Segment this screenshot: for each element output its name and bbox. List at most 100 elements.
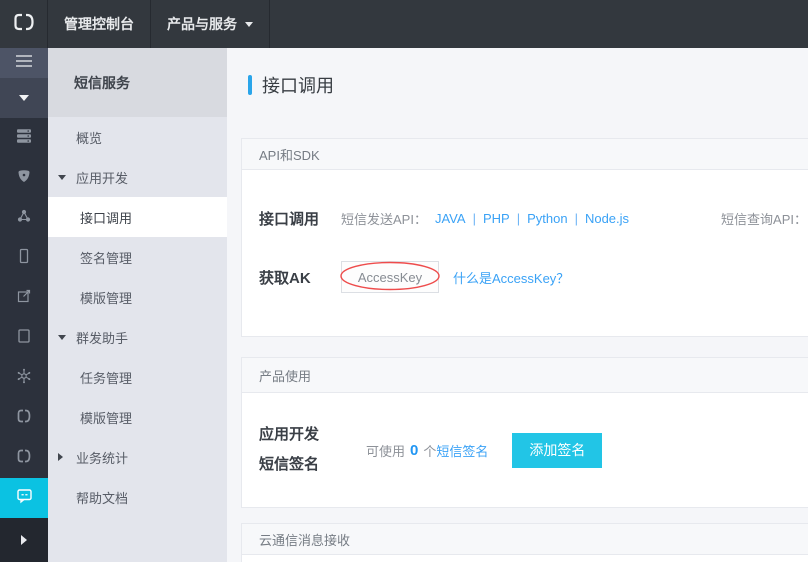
card-header-label: API和SDK bbox=[259, 145, 320, 164]
menu-label: 业务统计 bbox=[76, 448, 128, 467]
export-icon bbox=[16, 288, 32, 309]
menu-label: 模版管理 bbox=[80, 288, 132, 307]
sidebar-menu: 概览 应用开发 接口调用 签名管理 模版管理 群发助手 任务管理 模版管理 业务… bbox=[48, 117, 227, 517]
sidebar-item-template-mgmt[interactable]: 模版管理 bbox=[48, 277, 227, 317]
rail-item-instances[interactable] bbox=[0, 118, 48, 158]
link-nodejs[interactable]: Node.js bbox=[585, 211, 629, 226]
api-links-row: 接口调用 短信发送API： JAVA | PHP | Python | Node… bbox=[259, 208, 795, 229]
access-key-button-label: AccessKey bbox=[358, 270, 422, 285]
card-usage-body: 应用开发 短信签名 可使用 0 个 短信签名 添加签名 bbox=[241, 393, 808, 508]
icon-rail bbox=[0, 48, 48, 562]
brackets-icon bbox=[16, 408, 32, 429]
usage-unit: 个 bbox=[423, 441, 436, 460]
page-header: 接口调用 bbox=[227, 48, 808, 95]
rail-item-network[interactable] bbox=[0, 198, 48, 238]
send-api-label: 短信发送API： bbox=[341, 209, 427, 228]
separator: | bbox=[517, 211, 520, 226]
signature-count: 0 bbox=[410, 442, 418, 459]
rail-item-device[interactable] bbox=[0, 318, 48, 358]
collapse-button[interactable] bbox=[0, 78, 48, 118]
menu-label: 签名管理 bbox=[80, 248, 132, 267]
menu-label: 应用开发 bbox=[76, 168, 128, 187]
separator: | bbox=[575, 211, 578, 226]
star-network-icon bbox=[16, 368, 32, 389]
share-nodes-icon bbox=[16, 208, 32, 229]
sidebar-group-business-stats[interactable]: 业务统计 bbox=[48, 437, 227, 477]
menu-label: 概览 bbox=[76, 128, 102, 147]
caret-down-icon bbox=[58, 335, 66, 340]
sidebar: 短信服务 概览 应用开发 接口调用 签名管理 模版管理 群发助手 任务管理 模版… bbox=[48, 48, 227, 562]
menu-label: 任务管理 bbox=[80, 368, 132, 387]
sidebar-item-template-mgmt-2[interactable]: 模版管理 bbox=[48, 397, 227, 437]
query-api-label: 短信查询API： bbox=[721, 209, 807, 228]
topbar-item-console[interactable]: 管理控制台 bbox=[48, 0, 151, 48]
rail-item-mobile[interactable] bbox=[0, 238, 48, 278]
phone-icon bbox=[16, 248, 32, 269]
card-receive-header: 云通信消息接收 bbox=[241, 523, 808, 555]
topbar: 管理控制台 产品与服务 bbox=[0, 0, 808, 48]
menu-label: 模版管理 bbox=[80, 408, 132, 427]
add-signature-button-label: 添加签名 bbox=[529, 440, 585, 460]
sidebar-title: 短信服务 bbox=[48, 48, 227, 117]
link-python[interactable]: Python bbox=[527, 211, 567, 226]
card-api-header: API和SDK bbox=[241, 138, 808, 170]
console-label: 管理控制台 bbox=[64, 14, 134, 34]
brackets-icon bbox=[16, 448, 32, 469]
rail-item-security[interactable] bbox=[0, 158, 48, 198]
sidebar-group-app-dev[interactable]: 应用开发 bbox=[48, 157, 227, 197]
add-signature-button[interactable]: 添加签名 bbox=[512, 433, 602, 468]
card-api-body: 接口调用 短信发送API： JAVA | PHP | Python | Node… bbox=[241, 170, 808, 337]
rail-item-messages-active[interactable] bbox=[0, 478, 48, 518]
menu-label: 群发助手 bbox=[76, 328, 128, 347]
main-content: 接口调用 API和SDK 接口调用 短信发送API： JAVA | PHP | … bbox=[227, 48, 808, 562]
card-header-label: 产品使用 bbox=[259, 366, 311, 385]
shield-icon bbox=[16, 168, 32, 189]
card-receive-body bbox=[241, 555, 808, 562]
sms-signature-link[interactable]: 短信签名 bbox=[436, 441, 488, 460]
sidebar-item-help-docs[interactable]: 帮助文档 bbox=[48, 477, 227, 517]
sidebar-item-task-mgmt[interactable]: 任务管理 bbox=[48, 357, 227, 397]
caret-right-icon bbox=[58, 453, 63, 461]
card-message-receive: 云通信消息接收 bbox=[241, 523, 808, 562]
hamburger-icon bbox=[15, 54, 33, 73]
rail-item-iot[interactable] bbox=[0, 358, 48, 398]
sidebar-group-mass-send[interactable]: 群发助手 bbox=[48, 317, 227, 357]
card-header-label: 云通信消息接收 bbox=[259, 530, 350, 549]
access-key-button[interactable]: AccessKey bbox=[341, 261, 439, 293]
sidebar-item-overview[interactable]: 概览 bbox=[48, 117, 227, 157]
caret-down-icon bbox=[245, 22, 253, 27]
hamburger-menu-button[interactable] bbox=[0, 48, 48, 78]
rail-expand-button[interactable] bbox=[0, 518, 48, 562]
card-api-sdk: API和SDK 接口调用 短信发送API： JAVA | PHP | Pytho… bbox=[241, 138, 808, 337]
link-java[interactable]: JAVA bbox=[435, 211, 466, 226]
what-is-accesskey-link[interactable]: 什么是AccessKey？ bbox=[453, 268, 569, 287]
card-product-usage: 产品使用 应用开发 短信签名 可使用 0 个 短信签名 添加签名 bbox=[241, 357, 808, 508]
usage-summary: 可使用 0 个 短信签名 bbox=[366, 441, 488, 460]
usage-row-label: 应用开发 短信签名 bbox=[259, 420, 341, 480]
sidebar-item-api-call[interactable]: 接口调用 bbox=[48, 197, 227, 237]
topbar-item-products[interactable]: 产品与服务 bbox=[151, 0, 270, 48]
rail-item-code-2[interactable] bbox=[0, 438, 48, 478]
products-label: 产品与服务 bbox=[167, 14, 237, 34]
caret-down-icon bbox=[58, 175, 66, 180]
chat-bubble-icon bbox=[16, 487, 33, 509]
title-accent-bar bbox=[248, 75, 252, 95]
usage-prefix: 可使用 bbox=[366, 441, 405, 460]
card-usage-header: 产品使用 bbox=[241, 357, 808, 393]
link-php[interactable]: PHP bbox=[483, 211, 510, 226]
brand-logo[interactable] bbox=[0, 0, 48, 48]
rail-item-export[interactable] bbox=[0, 278, 48, 318]
usage-label-line1: 应用开发 bbox=[259, 420, 341, 450]
access-key-row: 获取AK AccessKey 什么是AccessKey？ bbox=[259, 261, 795, 293]
triangle-right-icon bbox=[21, 535, 27, 545]
triangle-down-icon bbox=[19, 95, 29, 101]
api-row-label: 接口调用 bbox=[259, 208, 341, 229]
usage-label-line2: 短信签名 bbox=[259, 450, 341, 480]
menu-label: 接口调用 bbox=[80, 208, 132, 227]
rail-item-code-1[interactable] bbox=[0, 398, 48, 438]
server-stack-icon bbox=[16, 128, 32, 149]
alibaba-cloud-logo-icon bbox=[12, 12, 36, 37]
sidebar-item-signature-mgmt[interactable]: 签名管理 bbox=[48, 237, 227, 277]
menu-label: 帮助文档 bbox=[76, 488, 128, 507]
page-title: 接口调用 bbox=[262, 72, 334, 98]
